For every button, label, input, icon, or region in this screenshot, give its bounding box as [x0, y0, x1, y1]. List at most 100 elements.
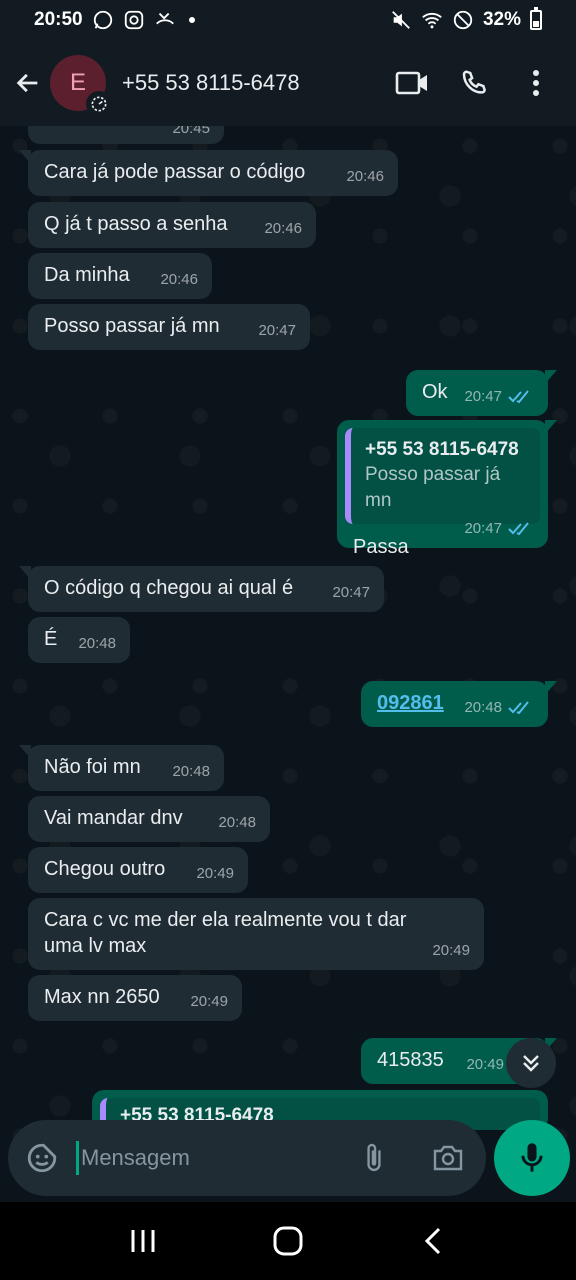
- recent-apps-button[interactable]: [118, 1216, 168, 1266]
- voice-call-button[interactable]: [456, 65, 492, 101]
- whatsapp-icon: [93, 10, 112, 30]
- message-time: 20:48: [78, 635, 116, 652]
- message-incoming[interactable]: Cara c vc me der ela realmente vou t dar…: [28, 898, 484, 970]
- recent-apps-icon: [131, 1230, 155, 1252]
- message-text: 415835: [377, 1049, 444, 1071]
- message-time: 20:46: [346, 168, 384, 185]
- scroll-to-bottom-button[interactable]: [506, 1038, 556, 1088]
- message-text: Ok: [422, 381, 448, 403]
- message-input-box[interactable]: Mensagem: [8, 1120, 486, 1196]
- message-time: 20:48: [218, 814, 256, 831]
- quoted-sender: +55 53 8115-6478: [365, 439, 519, 460]
- read-ticks-icon: [508, 390, 529, 404]
- status-left: 20:50: [34, 9, 195, 31]
- message-link[interactable]: 092861: [377, 692, 444, 714]
- read-ticks-icon: [508, 522, 529, 536]
- avatar-letter: E: [69, 69, 86, 96]
- paperclip-icon: [367, 1143, 381, 1172]
- status-right: 32%: [390, 7, 542, 31]
- back-arrow-icon: [16, 73, 38, 93]
- message-incoming[interactable]: Da minha 20:46: [28, 253, 212, 299]
- message-incoming[interactable]: É 20:48: [28, 617, 130, 663]
- message-time: 20:49: [190, 993, 228, 1010]
- message-text: Vai mandar dnv: [44, 807, 183, 829]
- message-text: Chegou outro: [44, 858, 166, 880]
- voice-message-button[interactable]: [494, 1120, 570, 1196]
- message-text: O código q chegou ai qual é: [44, 577, 294, 599]
- microphone-icon: [521, 1143, 543, 1172]
- message-time: 20:47: [258, 322, 296, 339]
- dnd-icon: [453, 10, 473, 30]
- attach-button[interactable]: [354, 1138, 394, 1178]
- back-nav-button[interactable]: [408, 1216, 458, 1266]
- contact-name[interactable]: +55 53 8115-6478: [122, 70, 300, 96]
- wifi-icon: [422, 12, 442, 29]
- message-outgoing-reply[interactable]: +55 53 8115-6478 Posso passar já mn Pass…: [337, 420, 557, 558]
- message-incoming[interactable]: Posso passar já mn 20:47: [28, 304, 310, 350]
- avatar[interactable]: E: [50, 55, 112, 117]
- video-call-icon: [395, 71, 427, 95]
- message-time: 20:46: [264, 220, 302, 237]
- video-call-button[interactable]: [394, 65, 430, 101]
- message-time: 20:48: [172, 763, 210, 780]
- message-time: 20:49: [432, 942, 470, 959]
- message-time: 20:46: [160, 271, 198, 288]
- message-outgoing[interactable]: Ok 20:47: [406, 370, 557, 416]
- message-incoming[interactable]: Vai mandar dnv 20:48: [28, 796, 270, 842]
- quoted-text: Posso passar já mn: [365, 464, 501, 511]
- message-time: 20:45: [172, 126, 210, 137]
- camera-icon: [433, 1145, 463, 1171]
- sticker-button[interactable]: [24, 1140, 60, 1176]
- voice-call-icon: [462, 70, 486, 94]
- sticker-icon: [27, 1143, 57, 1173]
- system-nav-bar: [0, 1202, 576, 1280]
- message-incoming[interactable]: Q já t passo a senha 20:46: [28, 202, 316, 248]
- read-ticks-icon: [508, 701, 529, 715]
- back-chevron-icon: [425, 1227, 441, 1255]
- message-incoming[interactable]: O código q chegou ai qual é 20:47: [19, 566, 384, 612]
- message-incoming[interactable]: 20:45: [28, 126, 224, 144]
- message-text: Da minha: [44, 264, 130, 286]
- message-input[interactable]: Mensagem: [81, 1145, 190, 1171]
- missed-call-icon: [155, 12, 174, 25]
- message-outgoing[interactable]: 092861 20:48: [361, 681, 557, 727]
- message-text: Cara já pode passar o código: [44, 161, 306, 183]
- message-text: Posso passar já mn: [44, 315, 220, 337]
- status-bar: 20:50 32%: [0, 0, 576, 40]
- camera-button[interactable]: [428, 1138, 468, 1178]
- disappearing-timer-icon: [86, 91, 112, 117]
- message-text: Q já t passo a senha: [44, 213, 228, 235]
- instagram-icon: [124, 10, 143, 30]
- notification-dot: [188, 17, 195, 23]
- more-options-button[interactable]: [518, 65, 554, 101]
- message-text: Cara c vc me der ela realmente vou t dar…: [44, 909, 407, 957]
- message-time: 20:47: [464, 384, 534, 410]
- battery-icon: [530, 7, 542, 30]
- message-time: 20:49: [466, 1056, 504, 1073]
- message-incoming[interactable]: Chegou outro 20:49: [28, 847, 248, 893]
- home-button[interactable]: [263, 1216, 313, 1266]
- back-button[interactable]: [8, 63, 48, 103]
- home-icon: [273, 1226, 303, 1256]
- battery-percent: 32%: [482, 9, 521, 30]
- message-time: 20:49: [196, 865, 234, 882]
- status-time: 20:50: [34, 9, 83, 30]
- double-chevron-down-icon: [523, 1055, 539, 1072]
- message-incoming[interactable]: Não foi mn 20:48: [19, 745, 224, 791]
- message-time: 20:48: [464, 695, 534, 721]
- message-text: Max nn 2650: [44, 986, 160, 1008]
- message-time: 20:47: [464, 516, 534, 542]
- quoted-message[interactable]: +55 53 8115-6478 Posso passar já mn: [345, 428, 540, 524]
- message-text: Não foi mn: [44, 756, 141, 778]
- more-options-icon: [533, 70, 539, 96]
- message-time: 20:47: [332, 584, 370, 601]
- header-actions: [394, 65, 554, 101]
- chat-messages[interactable]: 20:45 Cara já pode passar o código 20:46…: [0, 126, 576, 1202]
- mute-icon: [392, 11, 410, 29]
- composer: Mensagem: [0, 1120, 576, 1202]
- text-cursor: [76, 1141, 79, 1175]
- message-incoming[interactable]: Cara já pode passar o código 20:46: [19, 150, 398, 196]
- chat-header: E +55 53 8115-6478: [0, 40, 576, 126]
- message-incoming[interactable]: Max nn 2650 20:49: [28, 975, 242, 1021]
- message-text: É: [44, 628, 58, 650]
